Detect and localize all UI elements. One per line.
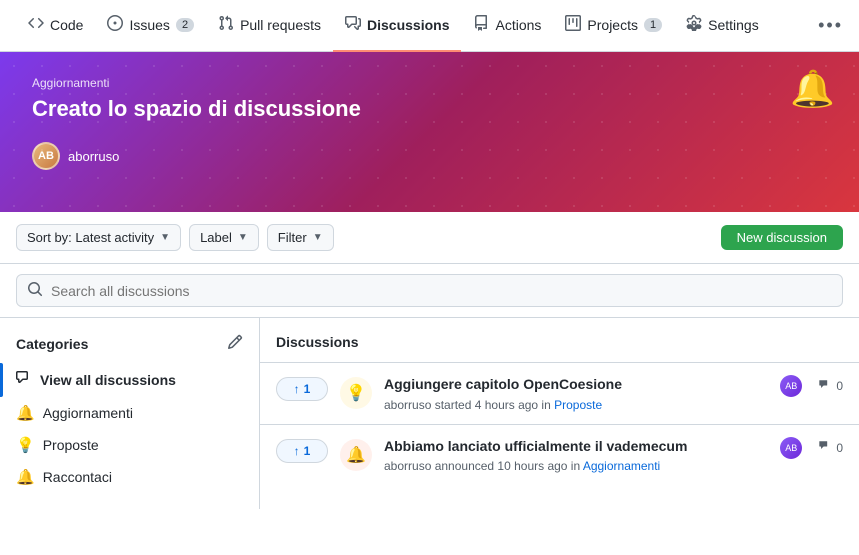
comment-count-value-d2: 0 [836,441,843,455]
search-input[interactable] [51,283,832,299]
pullrequests-icon [218,15,234,35]
nav-code-label: Code [50,17,83,33]
comment-count-value-d1: 0 [836,379,843,393]
sidebar-edit-icon[interactable] [227,334,243,353]
sort-caret-icon: ▼ [160,232,170,243]
code-icon [28,15,44,35]
discussion-meta-tag-d1[interactable]: Proposte [554,398,602,412]
nav-item-discussions[interactable]: Discussions [333,0,461,52]
discussion-meta-d2: aborruso announced 10 hours ago in Aggio… [384,459,768,473]
filter-label: Filter [278,230,307,245]
nav-item-settings[interactable]: Settings [674,0,771,52]
vote-button-d2[interactable]: ↑ 1 [276,439,328,463]
nav-item-issues[interactable]: Issues 2 [95,0,206,52]
vote-count-d1: 1 [304,382,311,396]
search-bar [0,264,859,318]
discussion-meta-d1: aborruso started 4 hours ago in Proposte [384,398,768,412]
search-icon [27,281,43,300]
comment-count-d1: 0 [818,378,843,395]
sidebar-title: Categories [16,336,88,352]
nav-more-button[interactable]: ••• [818,15,843,36]
nav-item-projects[interactable]: Projects 1 [553,0,674,52]
discussion-right-d2: AB 0 [780,437,843,459]
discussion-meta-tag-d2[interactable]: Aggiornamenti [583,459,660,473]
search-input-wrap [16,274,843,307]
projects-badge: 1 [644,18,662,32]
proposte-icon: 💡 [16,436,35,454]
view-all-icon [16,370,32,390]
label-label: Label [200,230,232,245]
new-discussion-button[interactable]: New discussion [721,225,843,250]
nav-settings-label: Settings [708,17,759,33]
vote-count-d2: 1 [304,444,311,458]
actions-icon [473,15,489,35]
sidebar: Categories View all discussions 🔔 Aggior… [0,318,260,509]
comment-count-d2: 0 [818,439,843,456]
discussions-panel: Discussions ↑ 1 💡 Aggiungere capitolo Op… [260,318,859,509]
sidebar-header: Categories [0,334,259,363]
top-nav: Code Issues 2 Pull requests Discussions … [0,0,859,52]
sidebar-item-raccontaci[interactable]: 🔔 Raccontaci [0,461,259,493]
discussion-title-d2[interactable]: Abbiamo lanciato ufficialmente il vademe… [384,437,768,457]
sidebar-item-aggiornamenti[interactable]: 🔔 Aggiornamenti [0,397,259,429]
nav-discussions-label: Discussions [367,17,449,33]
discussion-content-d1: Aggiungere capitolo OpenCoesione aborrus… [384,375,768,412]
vote-arrow-icon: ↑ [294,382,300,396]
hero-title: Creato lo spazio di discussione [32,96,827,122]
hero-avatar: AB [32,142,60,170]
discussion-content-d2: Abbiamo lanciato ufficialmente il vademe… [384,437,768,474]
sidebar-raccontaci-label: Raccontaci [43,469,112,485]
nav-item-actions[interactable]: Actions [461,0,553,52]
sort-button[interactable]: Sort by: Latest activity ▼ [16,224,181,251]
nav-item-pullrequests[interactable]: Pull requests [206,0,333,52]
issues-icon [107,15,123,35]
discussion-right-d1: AB 0 [780,375,843,397]
discussion-meta-text-d2: aborruso announced 10 hours ago in [384,459,580,473]
nav-issues-label: Issues [129,17,169,33]
hero-bell-icon: 🔔 [790,68,835,110]
sidebar-view-all-label: View all discussions [40,372,176,388]
toolbar: Sort by: Latest activity ▼ Label ▼ Filte… [0,212,859,264]
nav-pr-label: Pull requests [240,17,321,33]
discussions-header: Discussions [260,334,859,362]
issues-badge: 2 [176,18,194,32]
discussion-avatar-d1: AB [780,375,802,397]
vote-button-d1[interactable]: ↑ 1 [276,377,328,401]
hero-username: aborruso [68,149,119,164]
sidebar-aggiornamenti-label: Aggiornamenti [43,405,133,421]
hero-category: Aggiornamenti [32,76,827,90]
projects-icon [565,15,581,35]
sort-label: Sort by: Latest activity [27,230,154,245]
discussion-title-d1[interactable]: Aggiungere capitolo OpenCoesione [384,375,768,395]
raccontaci-icon: 🔔 [16,468,35,486]
category-icon-d2: 🔔 [340,439,372,471]
discussions-icon [345,15,361,35]
hero-banner: 🔔 Aggiornamenti Creato lo spazio di disc… [0,52,859,212]
comment-icon-d2 [818,439,832,456]
hero-avatar-row: AB aborruso [32,142,827,170]
main-content: Categories View all discussions 🔔 Aggior… [0,318,859,509]
nav-item-code[interactable]: Code [16,0,95,52]
settings-icon [686,15,702,35]
label-caret-icon: ▼ [238,232,248,243]
nav-actions-label: Actions [495,17,541,33]
discussion-avatar-d2: AB [780,437,802,459]
nav-projects-label: Projects [587,17,638,33]
discussion-meta-text-d1: aborruso started 4 hours ago in [384,398,551,412]
vote-arrow-icon: ↑ [294,444,300,458]
category-icon-d1: 💡 [340,377,372,409]
sidebar-item-proposte[interactable]: 💡 Proposte [0,429,259,461]
filter-button[interactable]: Filter ▼ [267,224,334,251]
comment-icon-d1 [818,378,832,395]
aggiornamenti-icon: 🔔 [16,404,35,422]
sidebar-proposte-label: Proposte [43,437,99,453]
discussion-item: ↑ 1 🔔 Abbiamo lanciato ufficialmente il … [260,424,859,486]
filter-caret-icon: ▼ [313,232,323,243]
discussion-item: ↑ 1 💡 Aggiungere capitolo OpenCoesione a… [260,362,859,424]
label-button[interactable]: Label ▼ [189,224,259,251]
sidebar-item-view-all[interactable]: View all discussions [0,363,259,397]
